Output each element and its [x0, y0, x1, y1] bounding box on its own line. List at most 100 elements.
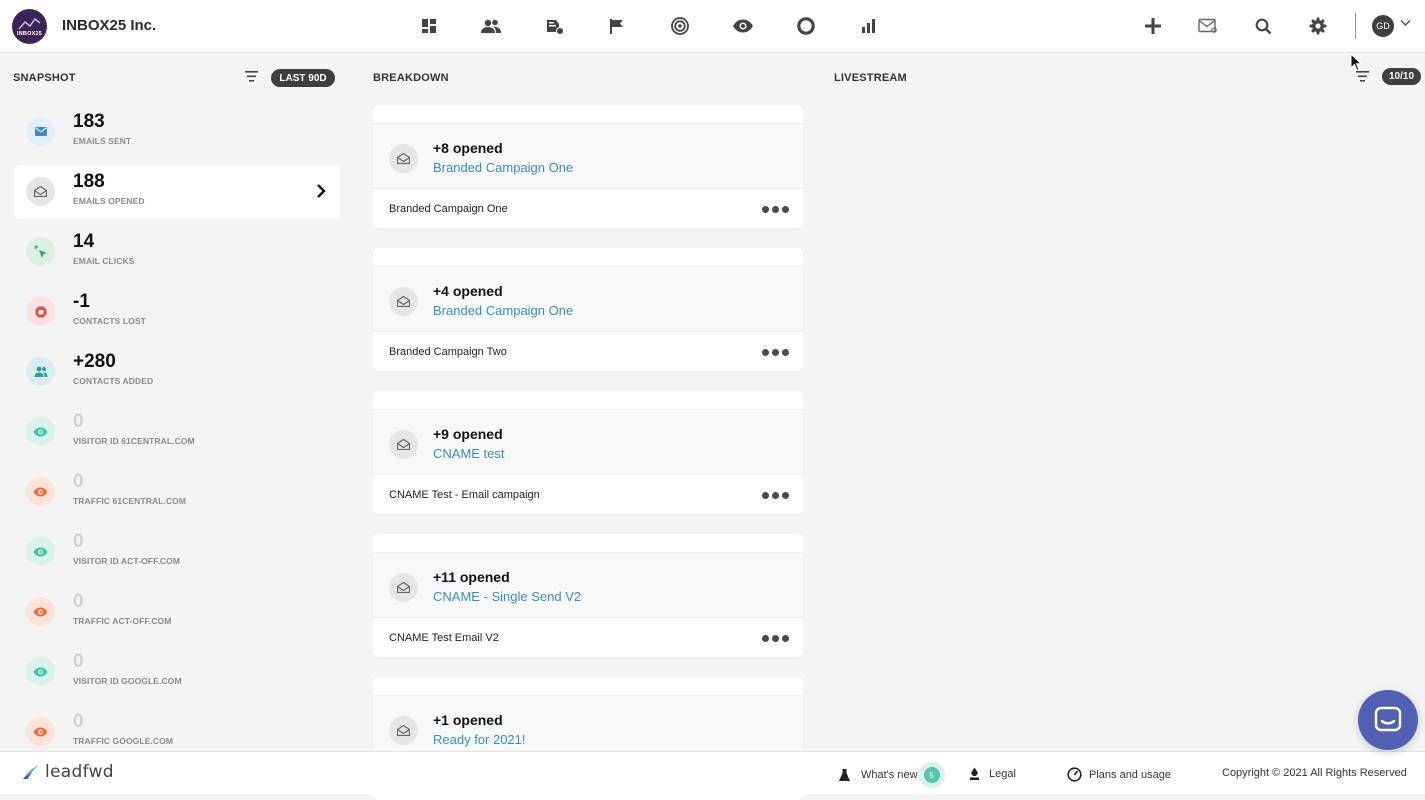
stat-row-traffic-act-off-com[interactable]: 0 TRAFFIC ACT-OFF.COM — [14, 585, 340, 639]
breakdown-card: +8 opened Branded Campaign One Branded Cam… — [373, 105, 803, 228]
footer: leadfwd What's new 5 Legal Plans and usa… — [0, 751, 1425, 794]
card-headline: +11 opened — [433, 569, 510, 585]
campaigns-icon[interactable] — [543, 14, 567, 38]
card-headline: +1 opened — [433, 712, 503, 728]
card-headline: +9 opened — [433, 426, 503, 442]
top-bar: INBOX25 INBOX25 Inc. GD — [0, 0, 1425, 53]
chat-launcher-button[interactable] — [1358, 690, 1418, 750]
card-headline: +8 opened — [433, 140, 503, 156]
contacts-icon[interactable] — [479, 14, 503, 38]
open-envelope-icon — [26, 177, 55, 206]
card-campaign-link[interactable]: CNAME - Single Send V2 — [433, 589, 581, 604]
stat-value: 0 — [73, 471, 84, 492]
stat-row-visitor-id-act-off-com[interactable]: 0 VISITOR ID ACT-OFF.COM — [14, 525, 340, 579]
stat-row-visitor-id-61central-com[interactable]: 0 VISITOR ID 61CENTRAL.COM — [14, 405, 340, 459]
new-count-badge: 5 — [923, 767, 940, 783]
open-envelope-icon — [389, 573, 418, 602]
brand-logo[interactable]: leadfwd — [22, 762, 114, 782]
stat-row-emails-sent[interactable]: 183 EMAILS SENT — [14, 105, 340, 159]
card-campaign-link[interactable]: Branded Campaign One — [433, 160, 573, 175]
whats-new-link[interactable]: What's new 5 — [838, 767, 940, 783]
plans-label: Plans and usage — [1089, 768, 1171, 781]
users-icon — [26, 357, 55, 386]
more-options-icon[interactable] — [762, 492, 789, 500]
dashboard-icon[interactable] — [417, 14, 441, 38]
eye-icon — [26, 597, 55, 626]
stat-row-traffic-61central-com[interactable]: 0 TRAFFIC 61CENTRAL.COM — [14, 465, 340, 519]
card-campaign-link[interactable]: Ready for 2021! — [433, 732, 526, 747]
stat-row-emails-opened[interactable]: 188 EMAILS OPENED — [14, 165, 340, 219]
stat-label: VISITOR ID GOOGLE.COM — [73, 676, 182, 686]
open-envelope-icon — [389, 144, 418, 173]
open-envelope-icon — [389, 716, 418, 745]
stop-hand-icon — [26, 297, 55, 326]
stat-row-contacts-lost[interactable]: -1 CONTACTS LOST — [14, 285, 340, 339]
cursor-click-icon — [26, 237, 55, 266]
add-icon[interactable] — [1141, 14, 1165, 38]
whats-new-label: What's new — [861, 769, 918, 781]
divider — [1355, 13, 1356, 39]
eye-icon — [26, 717, 55, 746]
snapshot-title: SNAPSHOT — [13, 72, 76, 84]
stat-value: 0 — [73, 531, 84, 552]
card-headline: +4 opened — [433, 283, 503, 299]
logo-text: INBOX25 — [17, 31, 42, 37]
stat-label: TRAFFIC ACT-OFF.COM — [73, 616, 172, 626]
card-footer-label: CNAME Test Email V2 — [389, 632, 499, 644]
chevron-down-icon[interactable] — [1400, 19, 1411, 27]
search-icon[interactable] — [1251, 14, 1275, 38]
stat-value: 188 — [73, 171, 105, 192]
reports-icon[interactable] — [857, 14, 881, 38]
company-name: INBOX25 Inc. — [62, 17, 157, 34]
card-footer-label: CNAME Test - Email campaign — [389, 489, 540, 501]
open-envelope-icon — [389, 430, 418, 459]
stat-label: VISITOR ID ACT-OFF.COM — [73, 556, 181, 566]
eye-icon — [26, 417, 55, 446]
more-options-icon[interactable] — [762, 206, 789, 214]
card-body: +4 opened Branded Campaign One — [373, 266, 803, 332]
card-campaign-link[interactable]: CNAME test — [433, 446, 505, 461]
filter-icon[interactable] — [245, 71, 258, 82]
stat-value: 0 — [73, 651, 84, 672]
livestream-filter-icon[interactable] — [1356, 71, 1369, 82]
stat-label: CONTACTS LOST — [73, 316, 146, 326]
stat-value: 0 — [73, 411, 84, 432]
chat-icon — [1374, 706, 1402, 732]
stat-row-visitor-id-google-com[interactable]: 0 VISITOR ID GOOGLE.COM — [14, 645, 340, 699]
plans-link[interactable]: Plans and usage — [1067, 767, 1171, 782]
card-body: +11 opened CNAME - Single Send V2 — [373, 552, 803, 618]
envelope-icon — [26, 117, 55, 146]
stat-value: 0 — [73, 591, 84, 612]
flag-icon[interactable] — [605, 14, 629, 38]
stat-value: 183 — [73, 111, 105, 132]
stat-label: TRAFFIC 61CENTRAL.COM — [73, 496, 187, 506]
card-body: +9 opened CNAME test — [373, 409, 803, 475]
more-options-icon[interactable] — [762, 635, 789, 643]
stat-row-email-clicks[interactable]: 14 EMAIL CLICKS — [14, 225, 340, 279]
mail-icon[interactable] — [1196, 14, 1220, 38]
circle-icon[interactable] — [794, 14, 818, 38]
brand-name: leadfwd — [45, 762, 114, 782]
more-options-icon[interactable] — [762, 349, 789, 357]
flask-icon — [839, 769, 850, 781]
eye-icon — [26, 537, 55, 566]
livestream-count-badge: 10/10 — [1382, 68, 1421, 85]
card-footer-label: Branded Campaign Two — [389, 346, 507, 358]
avatar[interactable]: GD — [1372, 15, 1394, 37]
eye-icon[interactable] — [731, 14, 755, 38]
company-logo[interactable]: INBOX25 — [12, 9, 47, 44]
stat-label: EMAILS SENT — [73, 136, 132, 146]
target-icon[interactable] — [668, 14, 692, 38]
legal-label: Legal — [989, 768, 1016, 780]
card-campaign-link[interactable]: Branded Campaign One — [433, 303, 573, 318]
stat-row-contacts-added[interactable]: +280 CONTACTS ADDED — [14, 345, 340, 399]
livestream-title: LIVESTREAM — [834, 72, 907, 84]
legal-link[interactable]: Legal — [968, 767, 1016, 781]
date-range-badge[interactable]: LAST 90D — [271, 69, 335, 87]
stat-label: CONTACTS ADDED — [73, 376, 154, 386]
gear-icon[interactable] — [1306, 14, 1330, 38]
chevron-right-icon[interactable] — [316, 183, 326, 199]
stat-value: +280 — [73, 351, 116, 372]
breakdown-title: BREAKDOWN — [373, 72, 449, 84]
card-body: +8 opened Branded Campaign One — [373, 123, 803, 189]
